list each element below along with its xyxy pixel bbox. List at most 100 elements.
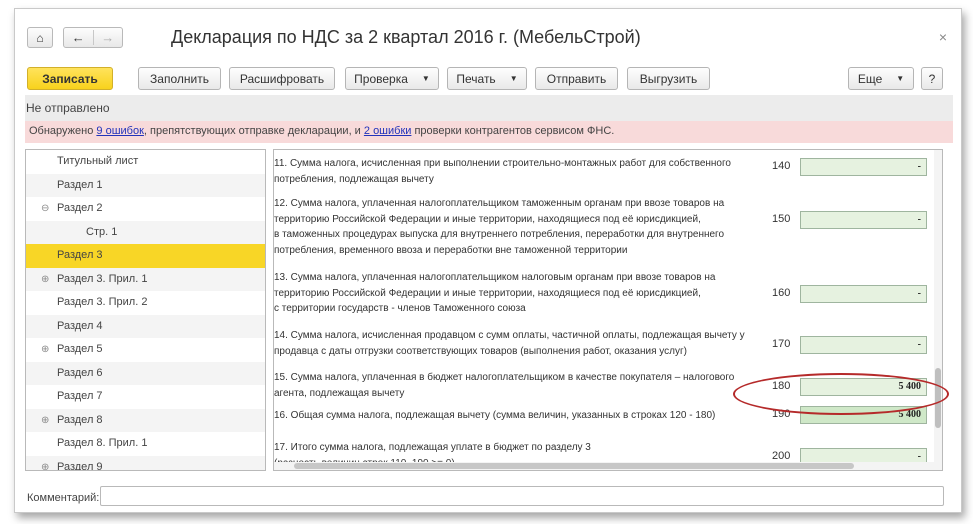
comment-label: Комментарий: <box>27 492 100 504</box>
row-description: 14. Сумма налога, исчисленная продавцом … <box>274 328 754 359</box>
tree-item[interactable]: Раздел 1 <box>26 173 265 197</box>
expand-icon[interactable]: ⊕ <box>41 409 49 433</box>
row-description-line: агента, подлежащая вычету <box>274 387 405 399</box>
tree-item-label: Титульный лист <box>57 155 139 167</box>
tree-item[interactable]: ⊕ Раздел 5 <box>26 338 265 362</box>
row-description-line: потребления, подлежащая вычету <box>274 173 434 185</box>
tree-item-label: Раздел 2 <box>57 202 103 214</box>
warning-bar: Обнаружено 9 ошибок, препятствующих отпр… <box>25 121 953 143</box>
tree-item[interactable]: Раздел 4 <box>26 314 265 338</box>
vertical-scrollbar[interactable] <box>934 150 942 470</box>
tree-item[interactable]: Раздел 8. Прил. 1 <box>26 432 265 456</box>
fill-label: Заполнить <box>150 71 209 86</box>
comment-input[interactable] <box>100 486 944 506</box>
tree-item[interactable]: Титульный лист <box>26 150 265 174</box>
row-description-line: территорию Российской Федерации и иные т… <box>274 213 701 225</box>
decode-button[interactable]: Расшифровать <box>229 67 335 90</box>
amount-field[interactable]: - <box>800 211 927 229</box>
tree-item[interactable]: Раздел 3. Прил. 2 <box>26 291 265 315</box>
row-description: 13. Сумма налога, уплаченная налогоплате… <box>274 270 754 317</box>
tree-item-label: Стр. 1 <box>86 225 118 238</box>
amount-field[interactable]: - <box>800 158 927 176</box>
row-description-line: в таможенных процедурах выпуска для внут… <box>274 229 725 240</box>
tree-item[interactable]: ⊕ Раздел 9 <box>26 455 265 471</box>
counterparty-errors-link[interactable]: 2 ошибки <box>364 125 412 137</box>
row-code: 200 <box>772 450 791 462</box>
chevron-down-icon: ▼ <box>421 74 430 83</box>
help-icon: ? <box>928 71 936 86</box>
tree-item-label: Раздел 6 <box>57 366 103 379</box>
row-description: 16. Общая сумма налога, подлежащая вычет… <box>274 408 754 424</box>
amount-field[interactable]: - <box>800 336 927 354</box>
warning-text-3: проверки контрагентов сервисом ФНС. <box>411 125 615 137</box>
row-code: 170 <box>772 338 791 350</box>
decode-label: Расшифровать <box>239 71 325 86</box>
chevron-down-icon: ▼ <box>509 74 518 83</box>
expand-icon[interactable]: ⊕ <box>41 456 49 471</box>
row-code: 140 <box>772 160 791 172</box>
tree-item[interactable]: Раздел 3 <box>26 244 265 268</box>
tree-item-label: Раздел 3. Прил. 1 <box>57 272 148 285</box>
amount-field[interactable]: - <box>800 285 927 303</box>
row-description-line: 17. Итого сумма налога, подлежащая уплат… <box>274 442 591 453</box>
amount-field[interactable]: 5 400 <box>800 378 927 396</box>
scroll-thumb[interactable] <box>935 368 941 428</box>
tree-item-label: Раздел 7 <box>57 390 103 402</box>
row-description: 15. Сумма налога, уплаченная в бюджет на… <box>274 370 754 401</box>
more-dropdown[interactable]: Еще ▼ <box>848 67 914 90</box>
print-dropdown[interactable]: Печать ▼ <box>447 67 527 90</box>
home-icon: ⌂ <box>36 30 44 45</box>
errors-link[interactable]: 9 ошибок <box>96 125 144 137</box>
tree-item[interactable]: Раздел 7 <box>26 385 265 409</box>
tree-item[interactable]: Стр. 1 <box>26 220 265 244</box>
amount-field[interactable]: 5 400 <box>800 406 927 424</box>
tree-item-label: Раздел 3 <box>57 249 103 261</box>
forward-icon[interactable]: → <box>94 30 123 45</box>
row-description-line: с территории государств - членов Таможен… <box>274 303 526 314</box>
row-description-line: потребления, временного ввоза и перерабо… <box>274 244 628 256</box>
tree-item[interactable]: ⊖ Раздел 2 <box>26 197 265 221</box>
check-label: Проверка <box>354 71 408 86</box>
upload-button[interactable]: Выгрузить <box>627 67 710 90</box>
tree-item[interactable]: Раздел 6 <box>26 361 265 385</box>
print-label: Печать <box>456 71 496 86</box>
navigation-buttons: ← → <box>63 27 123 48</box>
row-description-line: 14. Сумма налога, исчисленная продавцом … <box>274 330 745 341</box>
row-code: 190 <box>772 408 791 420</box>
close-icon[interactable]: × <box>939 29 947 45</box>
back-icon[interactable]: ← <box>64 30 93 45</box>
horizontal-scrollbar[interactable] <box>274 462 934 470</box>
send-label: Отправить <box>546 71 607 86</box>
window-title: Декларация по НДС за 2 квартал 2016 г. (… <box>171 27 641 47</box>
row-description-line: 16. Общая сумма налога, подлежащая вычет… <box>274 410 716 421</box>
fill-button[interactable]: Заполнить <box>138 67 221 90</box>
chevron-down-icon: ▼ <box>896 74 905 83</box>
tree-item-label: Раздел 9 <box>57 460 103 471</box>
status-bar <box>25 95 953 121</box>
tree-item[interactable]: ⊕ Раздел 8 <box>26 408 265 433</box>
tree-item-label: Раздел 3. Прил. 2 <box>57 296 148 308</box>
tree-item-label: Раздел 4 <box>57 319 103 332</box>
expand-icon[interactable]: ⊕ <box>41 268 49 292</box>
check-dropdown[interactable]: Проверка ▼ <box>345 67 439 90</box>
scroll-thumb[interactable] <box>294 463 854 469</box>
row-code: 180 <box>772 380 791 392</box>
warning-text-2: , препятствующих отправке декларации, и <box>143 125 364 137</box>
tree-item-label: Раздел 5 <box>57 343 103 355</box>
help-button[interactable]: ? <box>921 67 943 90</box>
upload-label: Выгрузить <box>639 71 698 86</box>
row-description-line: 13. Сумма налога, уплаченная налогоплате… <box>274 272 716 283</box>
row-description-line: территорию Российской Федерации и иные т… <box>274 287 701 299</box>
row-description-line: 12. Сумма налога, уплаченная налогоплате… <box>274 198 725 209</box>
tree-item-label: Раздел 8 <box>57 413 103 426</box>
tree-item[interactable]: ⊕ Раздел 3. Прил. 1 <box>26 267 265 292</box>
collapse-icon[interactable]: ⊖ <box>41 197 49 221</box>
row-description-line: 15. Сумма налога, уплаченная в бюджет на… <box>274 372 735 383</box>
send-button[interactable]: Отправить <box>535 67 618 90</box>
tree-items: Титульный лист Раздел 1 ⊖ Раздел 2 Стр. 1 Раз… <box>26 150 265 471</box>
expand-icon[interactable]: ⊕ <box>41 338 49 362</box>
row-description-line: 11. Сумма налога, исчисленная при выполн… <box>274 158 731 169</box>
row-code: 150 <box>772 213 791 225</box>
save-button[interactable]: Записать <box>27 67 113 90</box>
home-button[interactable]: ⌂ <box>27 27 53 48</box>
